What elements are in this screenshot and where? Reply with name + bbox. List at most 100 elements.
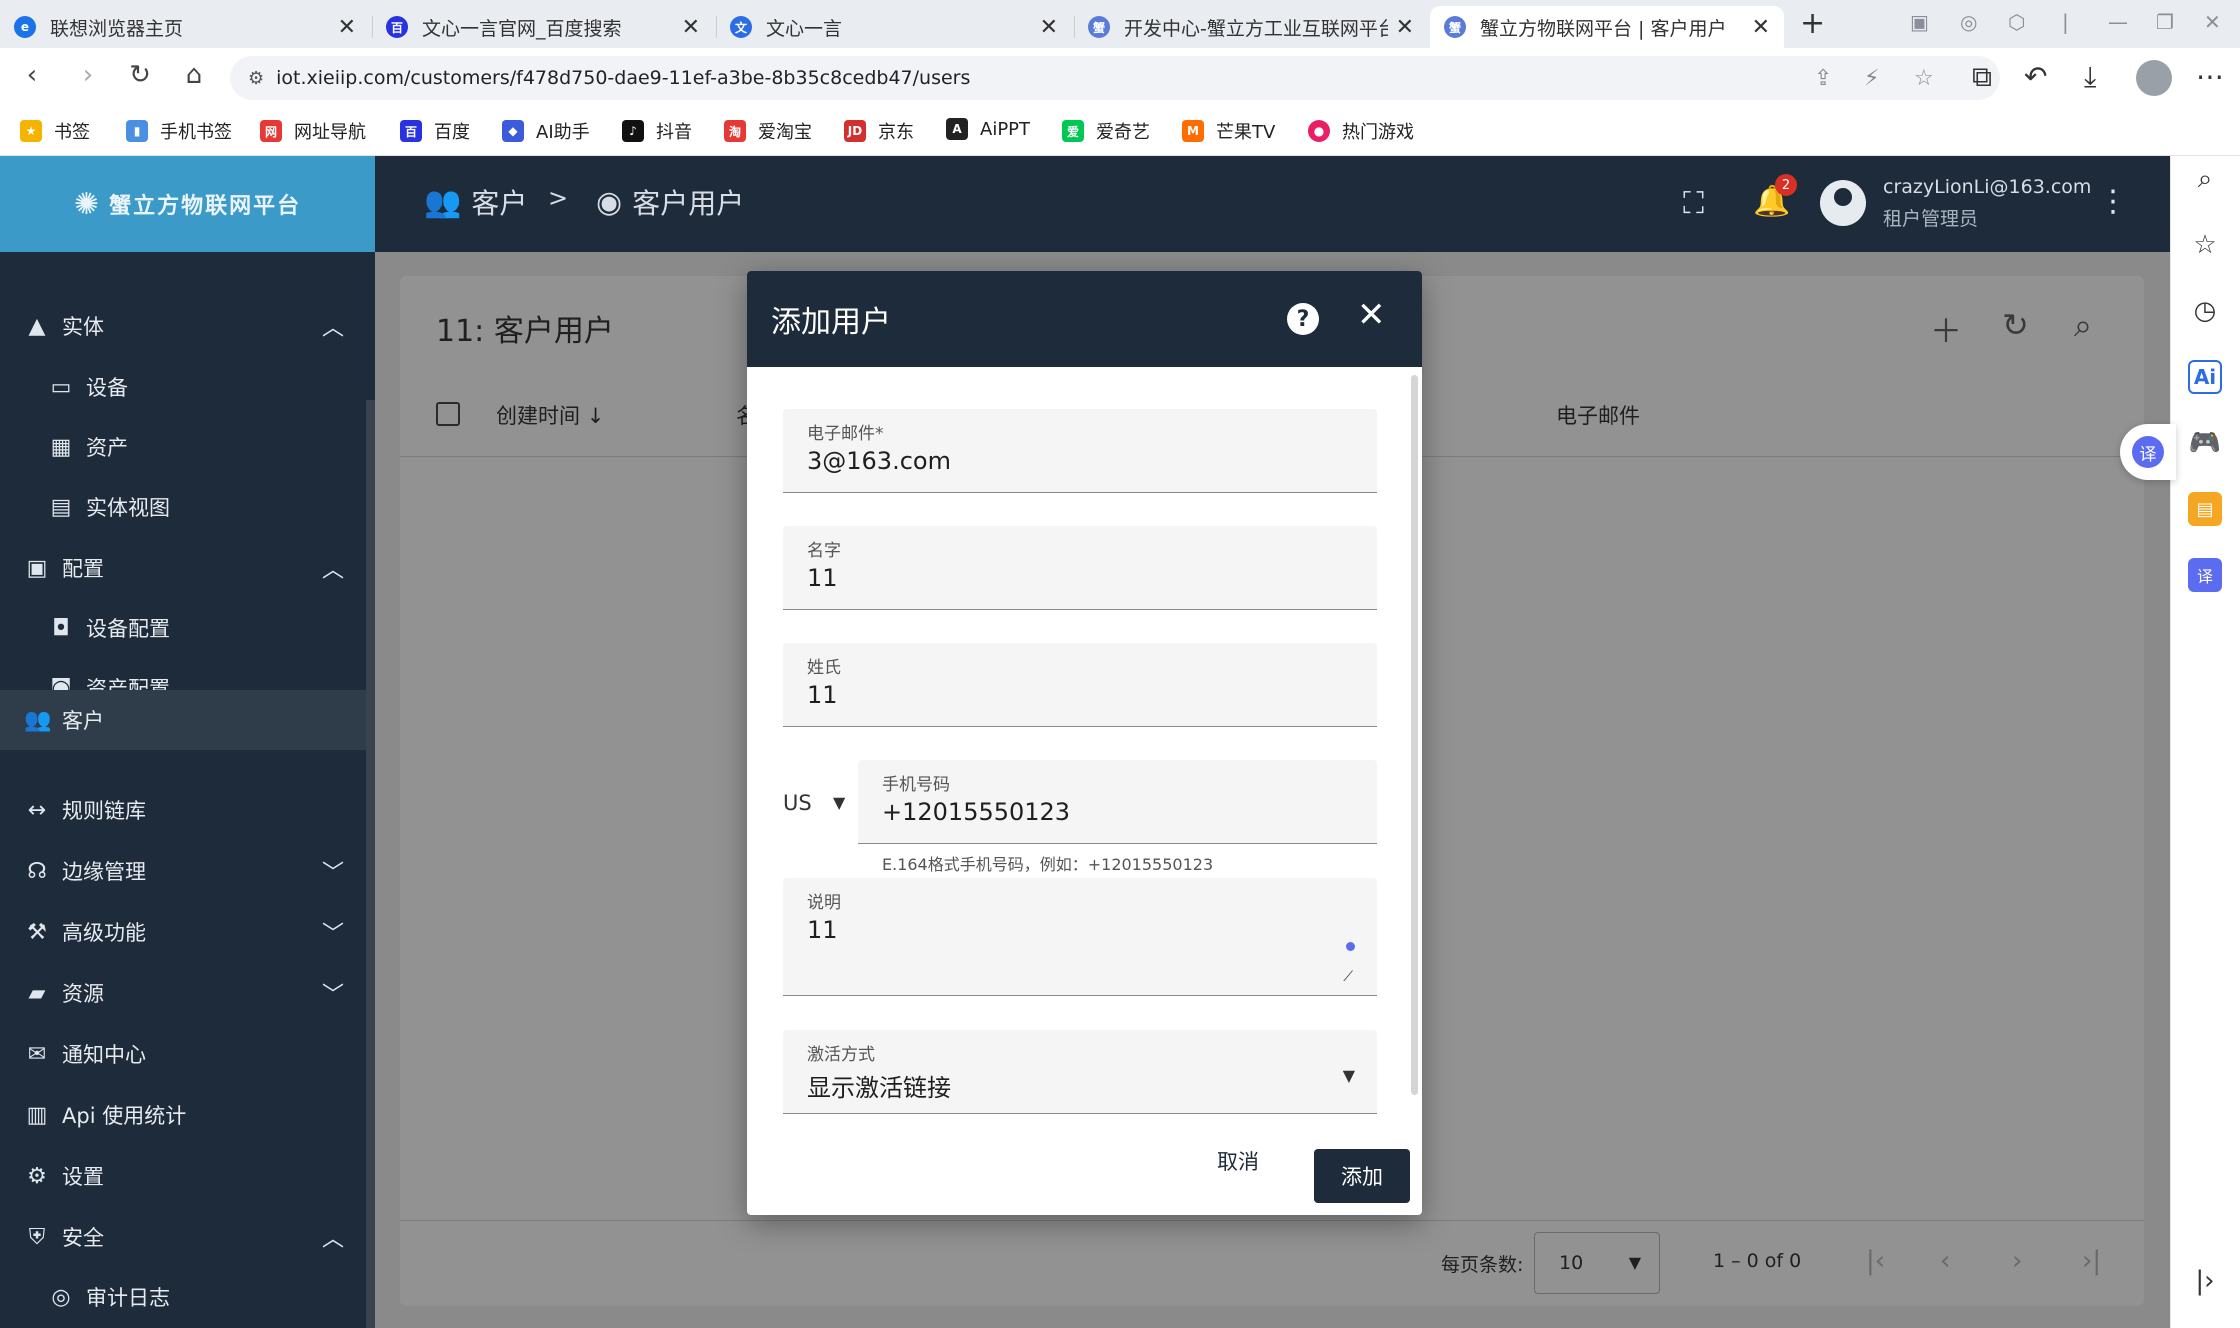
close-tab-icon[interactable]: ✕ (1040, 15, 1058, 40)
forward-icon[interactable]: › (70, 60, 106, 90)
description-textarea[interactable]: 11 (807, 916, 1347, 944)
phone-input[interactable] (882, 798, 1352, 826)
reload-icon[interactable]: ↻ (122, 60, 158, 90)
next-page-icon[interactable]: › (2012, 1246, 2022, 1276)
sidebar-item-api-usage[interactable]: ▥ Api 使用统计 (0, 1085, 366, 1145)
breadcrumb-customers[interactable]: 👥 客户 (424, 182, 527, 222)
sidebar-scrollbar[interactable] (366, 400, 375, 1328)
browser-tab-1[interactable]: e 联想浏览器主页 ✕ (0, 6, 370, 48)
refresh-icon[interactable]: ↻ (2002, 306, 2029, 344)
select-all-checkbox[interactable] (436, 402, 460, 426)
last-page-icon[interactable]: ›| (2082, 1246, 2101, 1276)
first-name-input[interactable] (807, 564, 1347, 592)
sidebar-item-entity-views[interactable]: ▤ 实体视图 (0, 477, 366, 537)
search-icon[interactable]: ⌕ (2074, 306, 2092, 345)
history-icon[interactable]: ◷ (2188, 294, 2222, 328)
close-window-icon[interactable]: ✕ (2204, 10, 2221, 34)
sidebar-item-settings[interactable]: ⚙ 设置 (0, 1146, 366, 1206)
bookmark-item[interactable]: 爱爱奇艺 (1062, 118, 1150, 144)
sidebar-item-audit-logs[interactable]: ◎ 审计日志 (0, 1267, 366, 1327)
last-name-field[interactable]: 姓氏 (783, 643, 1377, 727)
description-field[interactable]: 说明 11 ⟋ (783, 878, 1377, 996)
last-name-input[interactable] (807, 681, 1347, 709)
bookmark-item[interactable]: ▮ 手机书签 (126, 118, 232, 144)
column-created-time[interactable]: 创建时间 ↓ (496, 400, 604, 430)
country-code-select[interactable]: US (783, 791, 812, 815)
browser-tab-2[interactable]: 百 文心一言官网_百度搜索 ✕ (372, 6, 714, 48)
fullscreen-icon[interactable]: ⛶ (1683, 186, 1704, 221)
maximize-icon[interactable]: ❐ (2156, 10, 2174, 34)
site-info-icon[interactable]: ⚙ (248, 68, 264, 89)
bookmark-star-icon[interactable]: ☆ (1914, 66, 1934, 91)
sidebar-item-security[interactable]: ⛨ 安全 ︿ (0, 1207, 366, 1267)
close-icon[interactable]: ✕ (1357, 295, 1386, 335)
sidebar-item-entities[interactable]: ▲ 实体 ︿ (0, 296, 366, 356)
more-menu-icon[interactable]: ⋯ (2196, 60, 2224, 93)
help-icon[interactable]: ? (1287, 303, 1319, 335)
extension-icon[interactable]: ⬡ (2008, 10, 2025, 34)
activation-method-select[interactable]: 激活方式 显示激活链接 ▼ (783, 1030, 1377, 1114)
toolbox-icon[interactable]: ▤ (2188, 492, 2222, 526)
phone-field[interactable]: 手机号码 (858, 760, 1377, 844)
close-tab-icon[interactable]: ✕ (682, 15, 700, 40)
browser-tab-4[interactable]: 蟹 开发中心-蟹立方工业互联网平台 ✕ (1074, 6, 1428, 48)
flash-icon[interactable]: ⚡ (1864, 66, 1879, 91)
bookmark-item[interactable]: 网网址导航 (260, 118, 366, 144)
ai-icon[interactable]: Ai (2188, 360, 2222, 394)
sidebar-item-advanced[interactable]: ⚒ 高级功能 ﹀ (0, 902, 366, 962)
more-vert-icon[interactable]: ⋮ (2098, 184, 2128, 219)
bookmark-item[interactable]: 百百度 (400, 118, 470, 144)
add-button[interactable]: 添加 (1314, 1149, 1410, 1203)
sidebar-item-device-profiles[interactable]: ◘ 设备配置 (0, 598, 366, 658)
download-icon[interactable]: ⤓ (2084, 60, 2096, 94)
column-email[interactable]: 电子邮件 (1556, 400, 1640, 430)
split-screen-icon[interactable]: ▣ (1910, 10, 1929, 34)
dialog-scrollbar[interactable] (1411, 375, 1418, 1095)
add-icon[interactable]: ＋ (1930, 306, 1962, 352)
bookmark-item[interactable]: ♪ 抖音 (622, 118, 692, 144)
first-name-field[interactable]: 名字 (783, 526, 1377, 610)
resize-grip-icon[interactable]: ⟋ (1343, 969, 1353, 985)
home-icon[interactable]: ⌂ (176, 60, 212, 90)
browser-tab-3[interactable]: 文 文心一言 ✕ (716, 6, 1072, 48)
bookmark-item[interactable]: A AiPPT (946, 118, 1030, 140)
bookmark-item[interactable]: M 芒果TV (1182, 118, 1275, 144)
share-icon[interactable]: ⇪ (1814, 66, 1832, 91)
game-controller-icon[interactable]: 🎮 (2188, 426, 2222, 460)
bookmark-item[interactable]: 淘爱淘宝 (724, 118, 812, 144)
bookmark-item[interactable]: ★ 书签 (20, 118, 90, 144)
minimize-icon[interactable]: — (2108, 10, 2128, 34)
sidebar-item-devices[interactable]: ▭ 设备 (0, 357, 366, 417)
sidebar-item-notification-center[interactable]: ✉ 通知中心 (0, 1024, 366, 1084)
sidebar-item-edge-management[interactable]: ☊ 边缘管理 ﹀ (0, 841, 366, 901)
sidebar-item-resources[interactable]: ▰ 资源 ﹀ (0, 963, 366, 1023)
user-email[interactable]: crazyLionLi@163.com (1883, 176, 2091, 198)
close-tab-icon[interactable]: ✕ (1752, 15, 1770, 40)
search-icon[interactable]: ⌕ (2188, 162, 2222, 196)
email-field[interactable]: 电子邮件* (783, 409, 1377, 493)
collapse-rail-icon[interactable]: |› (2188, 1264, 2222, 1298)
bookmark-item[interactable]: ● 热门游戏 (1308, 118, 1414, 144)
sidebar-item-customers[interactable]: 👥 客户 (0, 690, 366, 750)
floating-translate-button[interactable]: 译 (2120, 424, 2176, 480)
extensions-icon[interactable]: ⧉ (1972, 60, 1992, 94)
bookmark-item[interactable]: ◆ AI助手 (502, 118, 590, 144)
per-page-select[interactable]: 10 ▼ (1534, 1232, 1660, 1294)
sidebar-item-assets[interactable]: ▦ 资产 (0, 417, 366, 477)
browser-profile-avatar[interactable] (2136, 60, 2172, 96)
browser-tab-5-active[interactable]: 蟹 蟹立方物联网平台 | 客户用户 ✕ (1430, 6, 1784, 48)
bookmark-item[interactable]: JD 京东 (844, 118, 914, 144)
cancel-button[interactable]: 取消 (1217, 1146, 1259, 1176)
undo-icon[interactable]: ↶ (2024, 60, 2047, 93)
translate-icon[interactable]: 译 (2188, 558, 2222, 592)
incognito-icon[interactable]: ◎ (1960, 10, 1977, 34)
user-avatar[interactable] (1820, 180, 1866, 226)
previous-page-icon[interactable]: ‹ (1940, 1246, 1950, 1276)
email-input[interactable] (807, 447, 1347, 475)
sidebar-item-profiles[interactable]: ▣ 配置 ︿ (0, 538, 366, 598)
dropdown-arrow-icon[interactable]: ▼ (833, 793, 845, 812)
back-icon[interactable]: ‹ (14, 60, 50, 90)
platform-logo[interactable]: ✺ 蟹立方物联网平台 (0, 156, 375, 252)
sidebar-item-rule-chains[interactable]: ↔ 规则链库 (0, 780, 366, 840)
close-tab-icon[interactable]: ✕ (1396, 15, 1414, 40)
